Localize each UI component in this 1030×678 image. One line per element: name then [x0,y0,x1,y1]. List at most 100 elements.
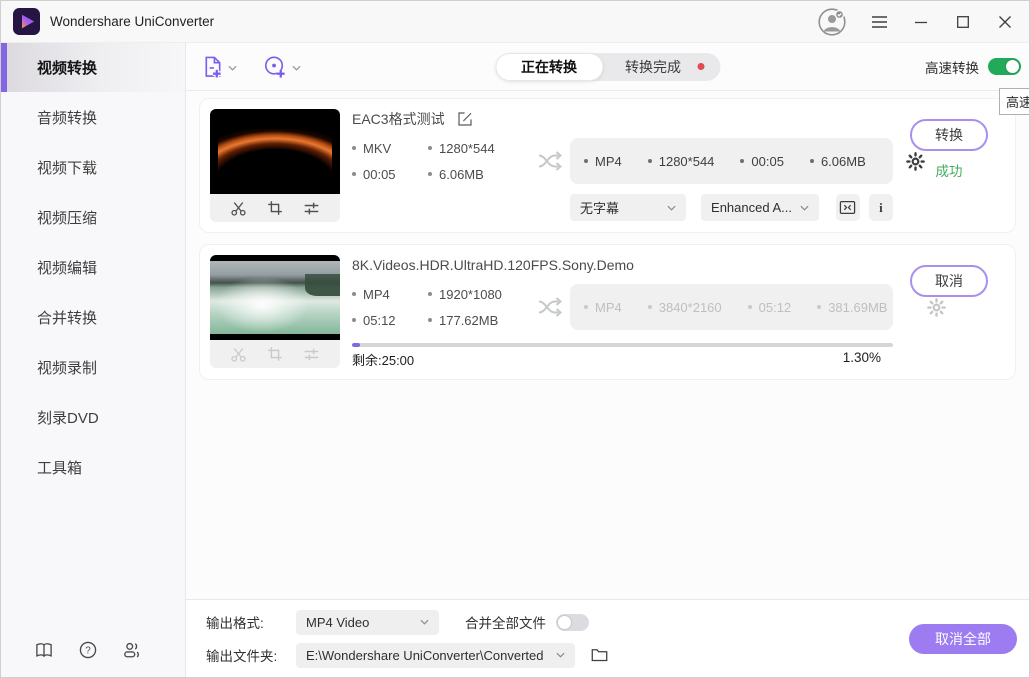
crop-icon [267,346,284,363]
sidebar-item-video-edit[interactable]: 视频编辑 [1,242,185,292]
output-format-value: MP4 Video [306,615,369,630]
menu-icon[interactable] [869,12,889,32]
account-avatar[interactable] [817,7,847,37]
toggle-knob [558,616,571,629]
effects-sliders-icon[interactable] [303,200,320,217]
audio-dropdown-value: Enhanced A... [711,200,792,215]
thumbnail-toolbar [210,340,340,368]
source-info: MP4 1920*1080 05:12 177.62MB [352,287,530,328]
guide-book-icon[interactable] [35,641,53,659]
source-duration: 00:05 [363,167,396,182]
thumbnail-image-detail [305,274,340,296]
target-format: MP4 [595,154,622,169]
compress-icon[interactable] [836,194,860,221]
convert-arrows-icon [530,296,570,318]
output-format-dropdown[interactable]: MP4 Video [296,610,439,635]
thumbnail-image [218,129,332,175]
toggle-knob [1006,60,1019,73]
audio-dropdown[interactable]: Enhanced A... [701,194,819,221]
info-icon[interactable]: i [869,194,893,221]
source-info: MKV 1280*544 00:05 6.06MB [352,141,530,182]
task-row: 8K.Videos.HDR.UltraHD.120FPS.Sony.Demo M… [199,244,1016,380]
video-thumbnail[interactable] [210,255,340,340]
sidebar: 视频转换 音频转换 视频下载 视频压缩 视频编辑 合并转换 视频录制 刻录DVD… [1,43,186,677]
sidebar-item-burn-dvd[interactable]: 刻录DVD [1,392,185,442]
sidebar-item-video-download[interactable]: 视频下载 [1,142,185,192]
sidebar-item-label: 工具箱 [37,457,82,478]
status-success-label: 成功 [936,160,963,180]
sidebar-item-label: 视频压缩 [37,207,97,228]
active-indicator [1,43,7,92]
video-thumbnail[interactable] [210,109,340,194]
source-format: MKV [363,141,391,156]
convert-button[interactable]: 转换 [910,119,988,151]
task-title: 8K.Videos.HDR.UltraHD.120FPS.Sony.Demo [352,257,634,273]
highspeed-toggle[interactable] [988,58,1021,75]
close-button[interactable] [995,12,1015,32]
chevron-down-icon [792,205,809,211]
source-size: 6.06MB [439,167,484,182]
target-resolution: 3840*2160 [659,300,722,315]
sidebar-item-merge-convert[interactable]: 合并转换 [1,292,185,342]
maximize-button[interactable] [953,12,973,32]
time-remaining: 剩余:25:00 [352,350,414,369]
target-format: MP4 [595,300,622,315]
output-folder-value: E:\Wondershare UniConverter\Converted [306,648,544,663]
highspeed-tooltip: 高速 [999,88,1030,115]
add-dvd-button[interactable] [263,55,301,79]
progress-fill [352,343,360,347]
effects-sliders-icon [303,346,320,363]
chevron-down-icon [548,652,565,658]
app-window: Wondershare UniConverter [0,0,1030,678]
subtitle-dropdown[interactable]: 无字幕 [570,194,686,221]
tab-finished[interactable]: 转换完成 [603,53,720,81]
convert-arrows-icon [530,150,570,172]
output-folder-dropdown[interactable]: E:\Wondershare UniConverter\Converted [296,643,575,668]
tab-label: 转换完成 [625,57,681,77]
footer-bar: 输出格式: MP4 Video 合并全部文件 输出文件夹: E:\Wonders… [186,599,1029,677]
output-settings-box[interactable]: MP4 1280*544 00:05 6.06MB [570,138,893,184]
toolbar: 正在转换 转换完成 高速转换 高速 [186,43,1029,91]
tab-converting[interactable]: 正在转换 [495,53,603,81]
sidebar-item-toolbox[interactable]: 工具箱 [1,442,185,492]
source-size: 177.62MB [439,313,498,328]
cancel-button[interactable]: 取消 [910,265,988,297]
task-title: EAC3格式测试 [352,109,445,129]
source-duration: 05:12 [363,313,396,328]
sidebar-item-label: 视频编辑 [37,257,97,278]
task-list: EAC3格式测试 MKV 1280*544 [186,91,1029,599]
sidebar-item-video-compress[interactable]: 视频压缩 [1,192,185,242]
target-duration: 00:05 [751,154,784,169]
open-folder-icon[interactable] [591,648,608,662]
status-tabs: 正在转换 转换完成 [495,53,720,81]
highspeed-label: 高速转换 [925,57,979,77]
sidebar-item-audio-convert[interactable]: 音频转换 [1,92,185,142]
info-glyph: i [879,200,883,216]
contact-support-icon[interactable] [123,641,141,659]
sidebar-item-label: 刻录DVD [37,407,99,428]
crop-icon[interactable] [267,200,284,217]
tab-label: 正在转换 [521,57,577,77]
add-files-button[interactable] [202,55,237,79]
svg-text:?: ? [85,645,91,656]
sidebar-item-video-convert[interactable]: 视频转换 [1,43,185,92]
source-resolution: 1280*544 [439,141,495,156]
add-file-icon [202,55,223,79]
sidebar-item-label: 视频转换 [37,57,97,78]
trim-scissors-icon[interactable] [230,200,247,217]
target-size: 381.69MB [828,300,887,315]
chevron-down-icon [659,205,676,211]
cancel-all-button[interactable]: 取消全部 [909,624,1017,654]
rename-edit-icon[interactable] [457,111,473,127]
minimize-button[interactable] [911,12,931,32]
output-settings-box: MP4 3840*2160 05:12 381.69MB [570,284,893,330]
target-size: 6.06MB [821,154,866,169]
merge-all-toggle[interactable] [556,614,589,631]
help-icon[interactable]: ? [79,641,97,659]
thumbnail-image [210,261,340,334]
output-format-label: 输出格式: [206,612,286,632]
chevron-down-icon [292,58,301,76]
sidebar-item-screen-record[interactable]: 视频录制 [1,342,185,392]
output-folder-label: 输出文件夹: [206,645,286,665]
chevron-down-icon [412,619,429,625]
